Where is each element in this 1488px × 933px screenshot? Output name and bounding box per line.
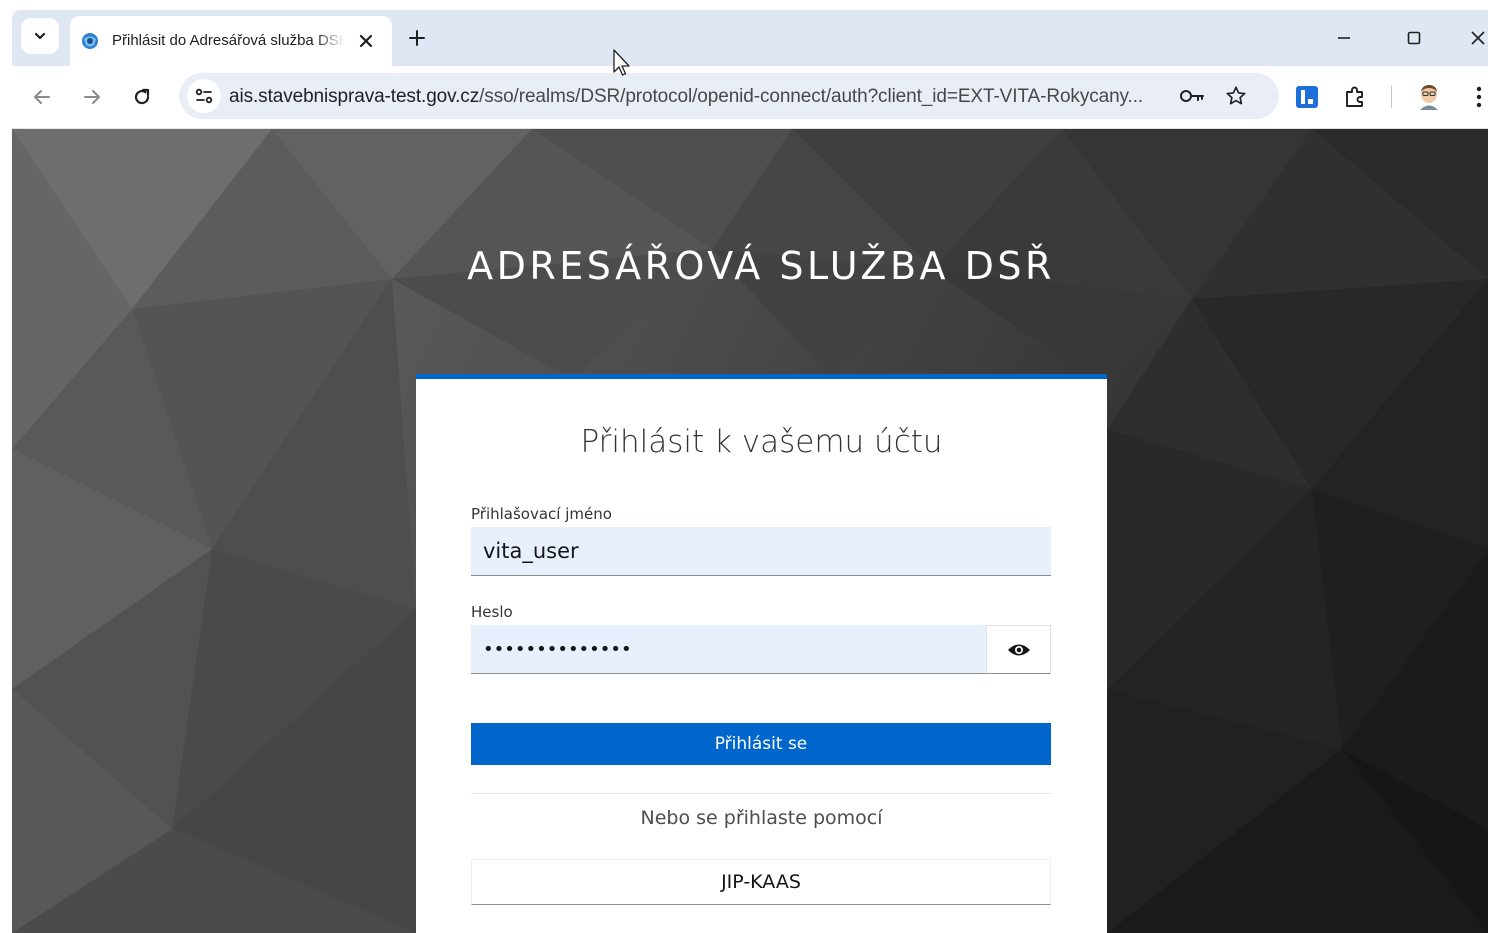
toolbar-separator bbox=[1391, 86, 1392, 108]
eye-icon bbox=[1007, 644, 1030, 655]
show-password-button[interactable] bbox=[986, 625, 1051, 674]
browser-tab[interactable]: Přihlásit do Adresářová služba DSŘ bbox=[70, 16, 392, 66]
provider-button-jip-kaas[interactable]: JIP-KAAS bbox=[471, 859, 1051, 905]
address-bar[interactable]: ais.stavebnisprava-test.gov.cz/sso/realm… bbox=[179, 73, 1279, 119]
new-tab-button[interactable] bbox=[404, 25, 430, 51]
close-icon bbox=[1471, 31, 1485, 45]
minimize-icon bbox=[1338, 37, 1350, 39]
puzzle-icon bbox=[1346, 86, 1363, 107]
key-icon bbox=[1180, 90, 1204, 102]
browser-toolbar: ais.stavebnisprava-test.gov.cz/sso/realm… bbox=[12, 66, 1488, 129]
username-label: Přihlašovací jméno bbox=[471, 505, 612, 523]
extension-icon bbox=[1296, 86, 1318, 108]
bookmark-button[interactable] bbox=[1223, 83, 1249, 109]
extensions-menu-button[interactable] bbox=[1340, 82, 1370, 112]
url-host: ais.stavebnisprava-test.gov.cz bbox=[229, 86, 480, 107]
minimize-button[interactable] bbox=[1330, 24, 1358, 52]
close-icon bbox=[359, 34, 373, 48]
reload-icon bbox=[134, 88, 150, 105]
extension-button[interactable] bbox=[1292, 82, 1322, 112]
divider bbox=[471, 793, 1051, 794]
tab-strip: Přihlásit do Adresářová služba DSŘ bbox=[12, 10, 1488, 66]
site-favicon-icon bbox=[82, 33, 98, 49]
url-text[interactable]: ais.stavebnisprava-test.gov.cz/sso/realm… bbox=[229, 86, 1169, 108]
tab-close-button[interactable] bbox=[354, 29, 378, 53]
chevron-down-icon bbox=[34, 32, 46, 40]
realm-title: ADRESÁŘOVÁ SLUŽBA DSŘ bbox=[467, 244, 1055, 288]
password-manager-button[interactable] bbox=[1179, 83, 1205, 109]
plus-icon bbox=[409, 30, 425, 46]
forward-arrow-icon bbox=[84, 90, 100, 104]
password-label: Heslo bbox=[471, 603, 513, 621]
password-input[interactable] bbox=[471, 625, 986, 674]
browser-menu-button[interactable] bbox=[1464, 82, 1488, 112]
profile-button[interactable] bbox=[1414, 82, 1444, 112]
card-title: Přihlásit k vašemu účtu bbox=[580, 424, 943, 460]
tab-title: Přihlásit do Adresářová služba DSŘ bbox=[112, 32, 344, 49]
site-info-icon bbox=[195, 88, 213, 104]
tab-search-button[interactable] bbox=[21, 18, 59, 54]
mouse-cursor-icon bbox=[613, 49, 630, 76]
star-icon bbox=[1226, 86, 1246, 105]
username-input[interactable] bbox=[471, 527, 1051, 576]
maximize-button[interactable] bbox=[1400, 24, 1428, 52]
back-arrow-icon bbox=[34, 90, 50, 104]
login-page: ADRESÁŘOVÁ SLUŽBA DSŘ Přihlásit k vašemu… bbox=[12, 129, 1488, 933]
login-button[interactable]: Přihlásit se bbox=[471, 723, 1051, 765]
forward-button[interactable] bbox=[77, 82, 107, 112]
site-info-button[interactable] bbox=[187, 79, 221, 113]
login-card: Přihlásit k vašemu účtu Přihlašovací jmé… bbox=[416, 374, 1107, 933]
url-path: /sso/realms/DSR/protocol/openid-connect/… bbox=[479, 86, 1144, 107]
reload-button[interactable] bbox=[127, 82, 157, 112]
avatar bbox=[1420, 85, 1438, 110]
more-vert-icon bbox=[1476, 86, 1482, 108]
back-button[interactable] bbox=[27, 82, 57, 112]
alt-login-text: Nebo se přihlaste pomocí bbox=[640, 807, 883, 829]
close-window-button[interactable] bbox=[1464, 24, 1488, 52]
maximize-icon bbox=[1407, 31, 1421, 45]
